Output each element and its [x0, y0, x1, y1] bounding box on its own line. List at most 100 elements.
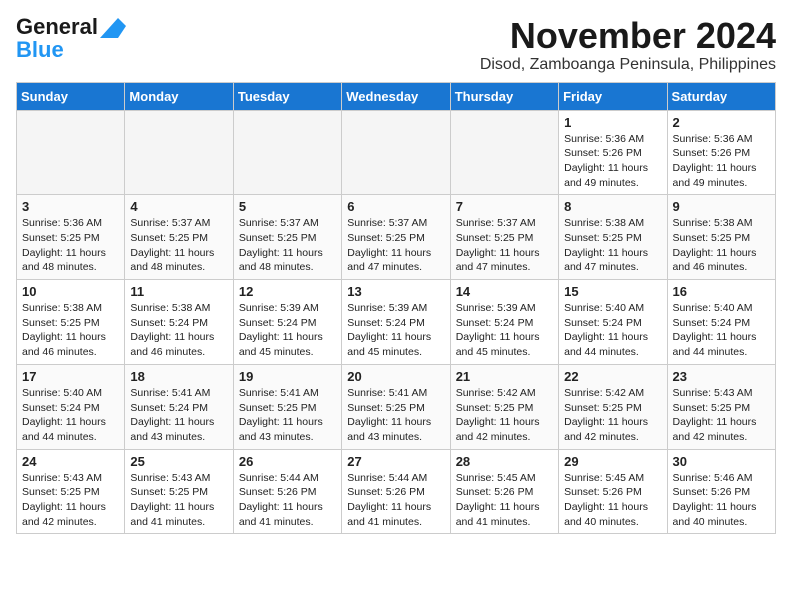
- day-info: Sunrise: 5:41 AM Sunset: 5:25 PM Dayligh…: [347, 386, 444, 445]
- day-number: 18: [130, 369, 227, 384]
- table-cell: 11Sunrise: 5:38 AM Sunset: 5:24 PM Dayli…: [125, 280, 233, 365]
- day-info: Sunrise: 5:36 AM Sunset: 5:26 PM Dayligh…: [673, 132, 770, 191]
- day-info: Sunrise: 5:44 AM Sunset: 5:26 PM Dayligh…: [239, 471, 336, 530]
- day-info: Sunrise: 5:37 AM Sunset: 5:25 PM Dayligh…: [347, 216, 444, 275]
- week-row-1: 1 Sunrise: 5:36 AM Sunset: 5:26 PM Daylig…: [17, 110, 776, 195]
- day-number: 6: [347, 199, 444, 214]
- table-cell: [17, 110, 125, 195]
- week-row-4: 17 Sunrise: 5:40 AM Sunset: 5:24 PM Dayli…: [17, 364, 776, 449]
- day-info: Sunrise: 5:38 AM Sunset: 5:25 PM Dayligh…: [22, 301, 119, 360]
- day-info: Sunrise: 5:40 AM Sunset: 5:24 PM Dayligh…: [673, 301, 770, 360]
- week-row-3: 10 Sunrise: 5:38 AM Sunset: 5:25 PM Dayli…: [17, 280, 776, 365]
- week-row-5: 24 Sunrise: 5:43 AM Sunset: 5:25 PM Dayli…: [17, 449, 776, 534]
- day-number: 9: [673, 199, 770, 214]
- table-cell: [233, 110, 341, 195]
- day-info: Sunrise: 5:37 AM Sunset: 5:25 PM Dayligh…: [239, 216, 336, 275]
- day-number: 20: [347, 369, 444, 384]
- day-info: Sunrise: 5:38 AM Sunset: 5:25 PM Dayligh…: [673, 216, 770, 275]
- table-cell: [450, 110, 558, 195]
- table-cell: 26 Sunrise: 5:44 AM Sunset: 5:26 PM Dayli…: [233, 449, 341, 534]
- day-number: 2: [673, 115, 770, 130]
- weekday-saturday: Saturday: [667, 82, 775, 110]
- table-cell: 6 Sunrise: 5:37 AM Sunset: 5:25 PM Daylig…: [342, 195, 450, 280]
- day-number: 16: [673, 284, 770, 299]
- table-cell: 18 Sunrise: 5:41 AM Sunset: 5:24 PM Dayli…: [125, 364, 233, 449]
- day-info: Sunrise: 5:44 AM Sunset: 5:26 PM Dayligh…: [347, 471, 444, 530]
- table-cell: 17 Sunrise: 5:40 AM Sunset: 5:24 PM Dayli…: [17, 364, 125, 449]
- table-cell: 28 Sunrise: 5:45 AM Sunset: 5:26 PM Dayli…: [450, 449, 558, 534]
- table-cell: 9 Sunrise: 5:38 AM Sunset: 5:25 PM Daylig…: [667, 195, 775, 280]
- day-number: 29: [564, 454, 661, 469]
- table-cell: 25Sunrise: 5:43 AM Sunset: 5:25 PM Dayli…: [125, 449, 233, 534]
- day-info: Sunrise: 5:40 AM Sunset: 5:24 PM Dayligh…: [564, 301, 661, 360]
- weekday-sunday: Sunday: [17, 82, 125, 110]
- weekday-header-row: SundayMondayTuesdayWednesdayThursdayFrid…: [17, 82, 776, 110]
- weekday-thursday: Thursday: [450, 82, 558, 110]
- table-cell: 23Sunrise: 5:43 AM Sunset: 5:25 PM Dayli…: [667, 364, 775, 449]
- table-cell: 27 Sunrise: 5:44 AM Sunset: 5:26 PM Dayli…: [342, 449, 450, 534]
- day-number: 10: [22, 284, 119, 299]
- day-info: Sunrise: 5:38 AM Sunset: 5:25 PM Dayligh…: [564, 216, 661, 275]
- table-cell: 22 Sunrise: 5:42 AM Sunset: 5:25 PM Dayli…: [559, 364, 667, 449]
- day-info: Sunrise: 5:39 AM Sunset: 5:24 PM Dayligh…: [239, 301, 336, 360]
- day-number: 26: [239, 454, 336, 469]
- week-row-2: 3 Sunrise: 5:36 AM Sunset: 5:25 PM Daylig…: [17, 195, 776, 280]
- day-info: Sunrise: 5:38 AM Sunset: 5:24 PM Dayligh…: [130, 301, 227, 360]
- table-cell: 5Sunrise: 5:37 AM Sunset: 5:25 PM Daylig…: [233, 195, 341, 280]
- day-info: Sunrise: 5:42 AM Sunset: 5:25 PM Dayligh…: [456, 386, 553, 445]
- table-cell: 1 Sunrise: 5:36 AM Sunset: 5:26 PM Daylig…: [559, 110, 667, 195]
- title-area: November 2024 Disod, Zamboanga Peninsula…: [480, 16, 776, 74]
- day-number: 28: [456, 454, 553, 469]
- table-cell: 16 Sunrise: 5:40 AM Sunset: 5:24 PM Dayli…: [667, 280, 775, 365]
- day-info: Sunrise: 5:39 AM Sunset: 5:24 PM Dayligh…: [456, 301, 553, 360]
- table-cell: 7Sunrise: 5:37 AM Sunset: 5:25 PM Daylig…: [450, 195, 558, 280]
- table-cell: 19 Sunrise: 5:41 AM Sunset: 5:25 PM Dayli…: [233, 364, 341, 449]
- day-number: 15: [564, 284, 661, 299]
- day-number: 25: [130, 454, 227, 469]
- day-number: 17: [22, 369, 119, 384]
- table-cell: 21 Sunrise: 5:42 AM Sunset: 5:25 PM Dayli…: [450, 364, 558, 449]
- day-number: 21: [456, 369, 553, 384]
- day-info: Sunrise: 5:43 AM Sunset: 5:25 PM Dayligh…: [673, 386, 770, 445]
- day-info: Sunrise: 5:45 AM Sunset: 5:26 PM Dayligh…: [456, 471, 553, 530]
- day-number: 30: [673, 454, 770, 469]
- day-number: 27: [347, 454, 444, 469]
- day-info: Sunrise: 5:37 AM Sunset: 5:25 PM Dayligh…: [130, 216, 227, 275]
- weekday-friday: Friday: [559, 82, 667, 110]
- table-cell: [342, 110, 450, 195]
- table-cell: 2 Sunrise: 5:36 AM Sunset: 5:26 PM Daylig…: [667, 110, 775, 195]
- weekday-monday: Monday: [125, 82, 233, 110]
- day-number: 14: [456, 284, 553, 299]
- table-cell: 14 Sunrise: 5:39 AM Sunset: 5:24 PM Dayli…: [450, 280, 558, 365]
- day-info: Sunrise: 5:36 AM Sunset: 5:26 PM Dayligh…: [564, 132, 661, 191]
- weekday-tuesday: Tuesday: [233, 82, 341, 110]
- table-cell: 8Sunrise: 5:38 AM Sunset: 5:25 PM Daylig…: [559, 195, 667, 280]
- location: Disod, Zamboanga Peninsula, Philippines: [480, 56, 776, 74]
- table-cell: 24 Sunrise: 5:43 AM Sunset: 5:25 PM Dayli…: [17, 449, 125, 534]
- day-number: 12: [239, 284, 336, 299]
- day-number: 24: [22, 454, 119, 469]
- logo: General Blue: [16, 16, 98, 62]
- header: General Blue November 2024 Disod, Zamboa…: [16, 16, 776, 74]
- month-title: November 2024: [480, 16, 776, 56]
- day-info: Sunrise: 5:42 AM Sunset: 5:25 PM Dayligh…: [564, 386, 661, 445]
- day-info: Sunrise: 5:36 AM Sunset: 5:25 PM Dayligh…: [22, 216, 119, 275]
- table-cell: [125, 110, 233, 195]
- day-info: Sunrise: 5:43 AM Sunset: 5:25 PM Dayligh…: [22, 471, 119, 530]
- table-cell: 30 Sunrise: 5:46 AM Sunset: 5:26 PM Dayli…: [667, 449, 775, 534]
- table-cell: 29Sunrise: 5:45 AM Sunset: 5:26 PM Dayli…: [559, 449, 667, 534]
- day-info: Sunrise: 5:40 AM Sunset: 5:24 PM Dayligh…: [22, 386, 119, 445]
- day-number: 3: [22, 199, 119, 214]
- table-cell: 10 Sunrise: 5:38 AM Sunset: 5:25 PM Dayli…: [17, 280, 125, 365]
- day-info: Sunrise: 5:41 AM Sunset: 5:24 PM Dayligh…: [130, 386, 227, 445]
- day-number: 22: [564, 369, 661, 384]
- day-number: 19: [239, 369, 336, 384]
- table-cell: 4Sunrise: 5:37 AM Sunset: 5:25 PM Daylig…: [125, 195, 233, 280]
- calendar-table: SundayMondayTuesdayWednesdayThursdayFrid…: [16, 82, 776, 535]
- table-cell: 15 Sunrise: 5:40 AM Sunset: 5:24 PM Dayli…: [559, 280, 667, 365]
- day-info: Sunrise: 5:41 AM Sunset: 5:25 PM Dayligh…: [239, 386, 336, 445]
- day-number: 1: [564, 115, 661, 130]
- day-number: 13: [347, 284, 444, 299]
- day-number: 7: [456, 199, 553, 214]
- day-info: Sunrise: 5:46 AM Sunset: 5:26 PM Dayligh…: [673, 471, 770, 530]
